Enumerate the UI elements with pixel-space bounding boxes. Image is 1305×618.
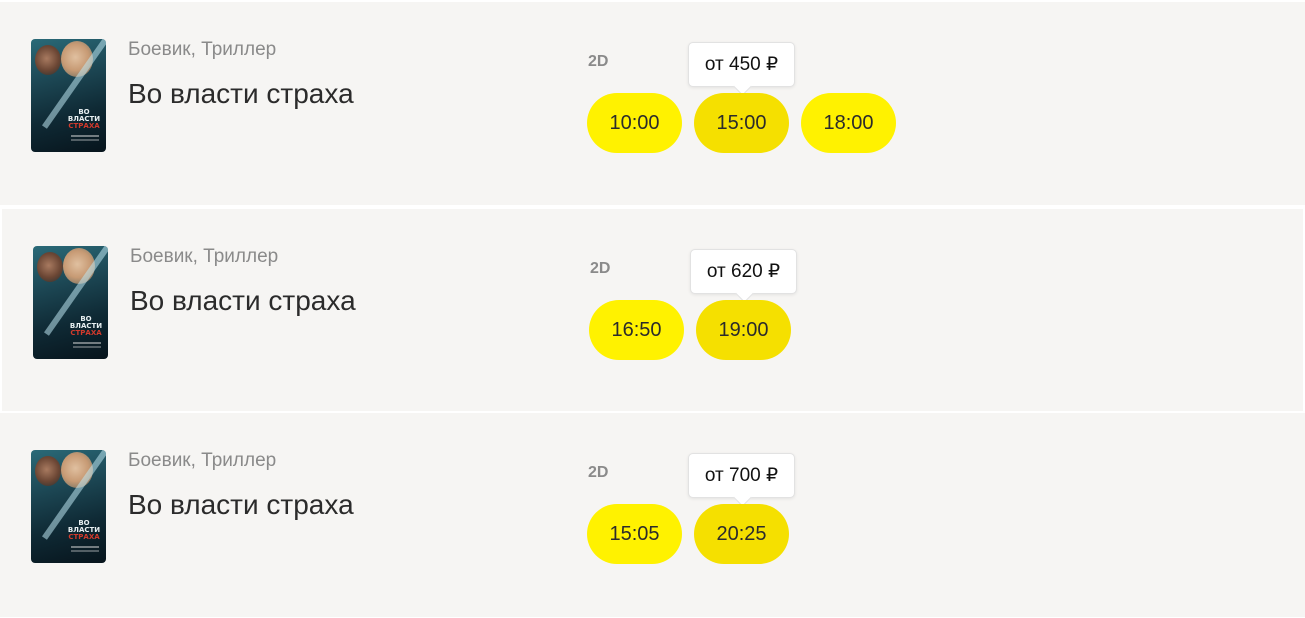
poster-actor-face (37, 252, 63, 282)
movie-poster[interactable]: ВО ВЛАСТИ СТРАХА (31, 450, 106, 563)
movie-genre: Боевик, Триллер (130, 246, 279, 267)
movie-card: ВО ВЛАСТИ СТРАХА Боевик, Триллер Во влас… (2, 209, 1303, 411)
poster-title: ВО ВЛАСТИ СТРАХА (67, 108, 101, 130)
movie-card: ВО ВЛАСТИ СТРАХА Боевик, Триллер Во влас… (0, 413, 1305, 617)
movie-poster[interactable]: ВО ВЛАСТИ СТРАХА (31, 39, 106, 152)
poster-title: ВО ВЛАСТИ СТРАХА (67, 519, 101, 541)
price-tooltip: от 700 ₽ (688, 453, 795, 498)
format-label: 2D (588, 53, 609, 70)
format-label: 2D (590, 260, 611, 277)
session-button[interactable]: 10:00 (587, 93, 682, 153)
session-button[interactable]: 15:00 (694, 93, 789, 153)
poster-credits (71, 546, 99, 548)
movie-poster[interactable]: ВО ВЛАСТИ СТРАХА (33, 246, 108, 359)
session-button[interactable]: 18:00 (801, 93, 896, 153)
session-button[interactable]: 15:05 (587, 504, 682, 564)
price-tooltip: от 620 ₽ (690, 249, 797, 294)
movie-card: ВО ВЛАСТИ СТРАХА Боевик, Триллер Во влас… (0, 2, 1305, 205)
price-tooltip: от 450 ₽ (688, 42, 795, 87)
movie-genre: Боевик, Триллер (128, 39, 277, 60)
session-button[interactable]: 19:00 (696, 300, 791, 360)
format-label: 2D (588, 464, 609, 481)
session-button[interactable]: 20:25 (694, 504, 789, 564)
movie-genre: Боевик, Триллер (128, 450, 277, 471)
poster-credits (73, 342, 101, 344)
poster-credits (71, 135, 99, 137)
movie-title[interactable]: Во власти страха (128, 489, 354, 521)
session-button[interactable]: 16:50 (589, 300, 684, 360)
movie-title[interactable]: Во власти страха (130, 285, 356, 317)
movie-title[interactable]: Во власти страха (128, 78, 354, 110)
poster-actor-face (35, 45, 61, 75)
poster-actor-face (35, 456, 61, 486)
poster-title: ВО ВЛАСТИ СТРАХА (69, 315, 103, 337)
